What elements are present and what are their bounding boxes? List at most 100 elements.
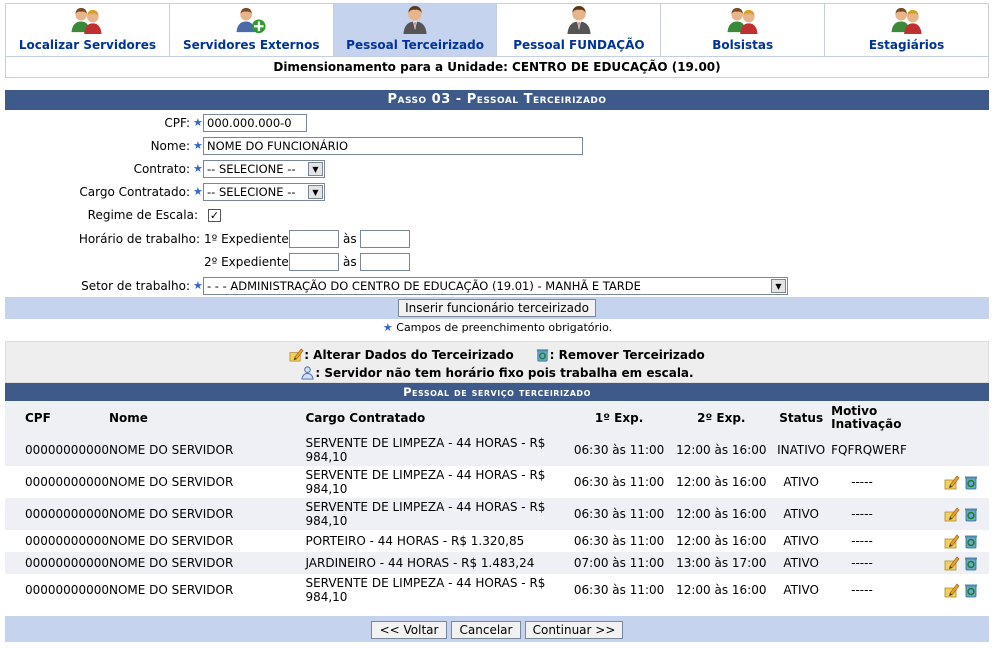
cancel-button[interactable]: Cancelar xyxy=(451,621,521,639)
chevron-down-icon: ▼ xyxy=(771,279,786,293)
nome-field[interactable]: NOME DO FUNCIONÁRIO xyxy=(203,137,583,155)
cpf-label: CPF: xyxy=(164,116,190,130)
cargo-select[interactable]: -- SELECIONE -- ▼ xyxy=(203,183,325,201)
nome-label: Nome: xyxy=(150,139,190,153)
legend-edit-text: : Alterar Dados do Terceirizado xyxy=(304,348,514,362)
cell-cargo: SERVENTE DE LIMPEZA - 44 HORAS - R$ 984,… xyxy=(305,498,567,530)
cell-cargo: SERVENTE DE LIMPEZA - 44 HORAS - R$ 984,… xyxy=(305,434,567,466)
staff-table: CPF Nome Cargo Contratado 1º Exp. 2º Exp… xyxy=(5,401,989,606)
col-cpf: CPF xyxy=(5,401,109,434)
contrato-label: Contrato: xyxy=(133,162,190,176)
cell-nome: NOME DO SERVIDOR xyxy=(108,574,306,606)
cell-motivo: FQFRQWERF xyxy=(831,434,941,466)
cell-exp2: 12:00 às 16:00 xyxy=(671,530,772,552)
tab-pessoal-fundacao[interactable]: Pessoal FUNDAÇÃO xyxy=(497,4,662,56)
cell-nome: NOME DO SERVIDOR xyxy=(108,434,306,466)
exp2-start-field[interactable] xyxy=(289,253,339,271)
table-row: 00000000000 NOME DO SERVIDOR SERVENTE DE L… xyxy=(5,434,989,466)
tab-bolsistas[interactable]: Bolsistas xyxy=(661,4,826,56)
table-row: 00000000000 NOME DO SERVIDOR PORTEIRO - 44… xyxy=(5,530,989,552)
cell-nome: NOME DO SERVIDOR xyxy=(108,530,306,552)
required-star-icon: ★ xyxy=(193,279,203,292)
regime-label: Regime de Escala: xyxy=(87,208,198,222)
row-actions xyxy=(941,533,989,549)
trash-icon[interactable] xyxy=(963,533,979,549)
cell-cargo: SERVENTE DE LIMPEZA - 44 HORAS - R$ 984,… xyxy=(305,574,567,606)
row-actions xyxy=(941,474,989,490)
user-add-icon xyxy=(234,4,268,35)
trash-icon[interactable] xyxy=(963,582,979,598)
tab-label: Pessoal FUNDAÇÃO xyxy=(513,38,645,52)
edit-icon[interactable] xyxy=(944,555,960,571)
cell-cpf: 00000000000 xyxy=(5,434,109,466)
row-actions xyxy=(941,582,989,598)
required-note: ★ Campos de preenchimento obrigatório. xyxy=(0,321,995,334)
col-cargo: Cargo Contratado xyxy=(305,401,567,434)
users-icon xyxy=(726,4,760,35)
step-form: Passo 03 - Pessoal Terceirizado CPF: ★ 0… xyxy=(5,90,989,322)
cell-cpf: 00000000000 xyxy=(5,466,109,498)
edit-icon[interactable] xyxy=(944,474,960,490)
tab-pessoal-terceirizado[interactable]: Pessoal Terceirizado xyxy=(333,4,498,56)
setor-selected-value: - - - ADMINISTRAÇÃO DO CENTRO DE EDUCAÇÃ… xyxy=(207,279,641,293)
trash-icon[interactable] xyxy=(963,506,979,522)
cell-exp1: 06:30 às 11:00 xyxy=(566,434,672,466)
cell-cpf: 00000000000 xyxy=(5,574,109,606)
cell-exp1: 06:30 às 11:00 xyxy=(566,498,672,530)
trash-icon[interactable] xyxy=(963,555,979,571)
required-star-icon: ★ xyxy=(193,162,203,175)
edit-icon[interactable] xyxy=(944,506,960,522)
setor-label: Setor de trabalho: xyxy=(81,279,190,293)
user-outline-icon xyxy=(300,365,315,380)
exp1-start-field[interactable] xyxy=(289,230,339,248)
cell-exp2: 12:00 às 16:00 xyxy=(671,466,772,498)
cpf-field[interactable]: 000.000.000-0 xyxy=(203,114,307,132)
trash-icon[interactable] xyxy=(963,474,979,490)
cell-actions xyxy=(940,434,989,466)
cell-cpf: 00000000000 xyxy=(5,552,109,574)
required-star-icon: ★ xyxy=(193,116,203,129)
tab-servidores-externos[interactable]: Servidores Externos xyxy=(170,4,334,56)
col-exp1: 1º Exp. xyxy=(566,401,672,434)
table-row: 00000000000 NOME DO SERVIDOR SERVENTE DE L… xyxy=(5,466,989,498)
cargo-label: Cargo Contratado: xyxy=(79,185,190,199)
horario-label: Horário de trabalho: xyxy=(78,232,200,246)
edit-icon[interactable] xyxy=(944,533,960,549)
row-actions xyxy=(941,555,989,571)
continue-button[interactable]: Continuar >> xyxy=(525,621,623,639)
tab-label: Estagiários xyxy=(868,38,945,52)
back-button[interactable]: << Voltar xyxy=(371,621,447,639)
as-label: às xyxy=(343,232,357,246)
tab-label: Servidores Externos xyxy=(182,38,320,52)
cell-exp1: 06:30 às 11:00 xyxy=(566,466,672,498)
table-row: 00000000000 NOME DO SERVIDOR JARDINEIRO - … xyxy=(5,552,989,574)
outsourced-staff-list: Pessoal de serviço terceirizado CPF Nome… xyxy=(5,383,989,606)
cell-actions xyxy=(940,498,989,530)
list-title: Pessoal de serviço terceirizado xyxy=(5,383,989,401)
table-row: 00000000000 NOME DO SERVIDOR SERVENTE DE L… xyxy=(5,498,989,530)
exp2-end-field[interactable] xyxy=(360,253,410,271)
cell-exp2: 12:00 às 16:00 xyxy=(671,498,772,530)
exp2-label: 2º Expediente: xyxy=(204,255,293,269)
tab-bar: Localizar Servidores Servidores Externos… xyxy=(5,3,989,56)
cell-status: ATIVO xyxy=(771,574,832,606)
exp1-end-field[interactable] xyxy=(360,230,410,248)
cell-exp2: 12:00 às 16:00 xyxy=(671,434,772,466)
as-label: às xyxy=(343,255,357,269)
required-note-text: Campos de preenchimento obrigatório. xyxy=(396,321,613,334)
row-actions xyxy=(941,506,989,522)
regime-checkbox[interactable]: ✓ xyxy=(208,209,221,222)
tab-label: Localizar Servidores xyxy=(18,38,156,52)
cell-cargo: PORTEIRO - 44 HORAS - R$ 1.320,85 xyxy=(305,530,567,552)
insert-employee-button[interactable]: Inserir funcionário terceirizado xyxy=(398,299,596,317)
cell-motivo: ----- xyxy=(831,530,941,552)
edit-icon[interactable] xyxy=(944,582,960,598)
setor-select[interactable]: - - - ADMINISTRAÇÃO DO CENTRO DE EDUCAÇÃ… xyxy=(203,277,788,295)
tab-label: Pessoal Terceirizado xyxy=(346,38,484,52)
cell-actions xyxy=(940,552,989,574)
cell-status: ATIVO xyxy=(771,498,832,530)
tab-estagiarios[interactable]: Estagiários xyxy=(825,4,988,56)
contrato-select[interactable]: -- SELECIONE -- ▼ xyxy=(203,160,325,178)
tab-localizar-servidores[interactable]: Localizar Servidores xyxy=(6,4,170,56)
chevron-down-icon: ▼ xyxy=(308,185,323,199)
